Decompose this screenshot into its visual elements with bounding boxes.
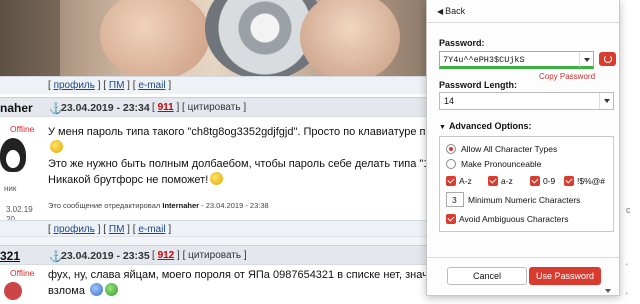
post-line: У меня пароль типа такого "ch8tg8og3352g…	[48, 126, 488, 138]
margin-mark: с	[626, 205, 631, 215]
uppercase-label[interactable]: A-z	[459, 176, 472, 186]
smiley-icon	[105, 283, 119, 296]
edit-note-user: Internaher	[162, 201, 200, 210]
lowercase-checkbox[interactable]	[488, 176, 498, 186]
pm-link[interactable]: ПМ	[109, 80, 125, 91]
chevron-down-icon[interactable]	[599, 93, 613, 109]
chevron-left-icon: ◀	[437, 7, 444, 16]
pronounceable-label[interactable]: Make Pronounceable	[461, 159, 541, 169]
smiley-icon	[90, 283, 104, 296]
password-value: 7Y4u^^ePH3$CUjkS	[443, 55, 525, 65]
post-photo	[0, 0, 426, 76]
advanced-options-box: Allow All Character Types Make Pronounce…	[439, 136, 614, 232]
allow-all-radio[interactable]	[446, 144, 456, 154]
password-length-label: Password Length:	[439, 80, 518, 90]
status-badge: Offline	[10, 268, 35, 278]
allow-all-label[interactable]: Allow All Character Types	[461, 144, 557, 154]
pronounceable-radio[interactable]	[446, 159, 456, 169]
margin-mark: '	[626, 291, 628, 301]
lowercase-label[interactable]: a-z	[501, 176, 513, 186]
margin-mark: '	[626, 262, 628, 272]
divider	[427, 22, 619, 23]
regenerate-icon[interactable]	[599, 52, 616, 66]
post-date: 23.04.2019 - 23:35	[61, 250, 150, 262]
quote-link[interactable]: цитировать	[188, 250, 241, 261]
post-author[interactable]: naher	[0, 101, 33, 115]
email-link[interactable]: e-mail	[138, 80, 165, 91]
smiley-icon	[50, 140, 63, 153]
user-rank: ник	[4, 184, 17, 193]
advanced-options-label: Advanced Options:	[448, 121, 532, 131]
avatar[interactable]	[4, 282, 22, 300]
avoid-ambiguous-label[interactable]: Avoid Ambiguous Characters	[459, 214, 568, 224]
min-numeric-label: Minimum Numeric Characters	[468, 195, 581, 205]
post-line: Никакой брутфорс не поможет!	[48, 174, 209, 186]
avatar[interactable]	[0, 138, 26, 172]
back-button[interactable]: ◀ Back	[437, 6, 465, 16]
post-line: взлома	[48, 285, 85, 297]
user-join-date: 3.02.19	[6, 205, 33, 214]
password-label: Password:	[439, 38, 485, 48]
avoid-ambiguous-checkbox[interactable]	[446, 214, 456, 224]
profile-link[interactable]: профиль	[54, 80, 95, 91]
post-meta: [ 912 ] [ цитировать ]	[152, 250, 247, 261]
post-number-link[interactable]: 912	[158, 250, 175, 261]
symbols-checkbox[interactable]	[564, 176, 574, 186]
chevron-down-icon[interactable]	[579, 52, 593, 67]
password-length-value: 14	[444, 96, 455, 106]
profile-link[interactable]: профиль	[54, 224, 95, 235]
triangle-down-icon: ▼	[439, 124, 446, 131]
digits-label[interactable]: 0-9	[543, 176, 555, 186]
post-author[interactable]: 321	[0, 249, 20, 263]
status-badge: Offline	[10, 124, 35, 134]
password-field[interactable]: 7Y4u^^ePH3$CUjkS	[439, 51, 594, 69]
use-password-button[interactable]: Use Password	[529, 267, 601, 285]
post-date: 23.04.2019 - 23:34	[61, 102, 150, 114]
divider	[427, 257, 619, 258]
post-author-info: Offline	[0, 266, 44, 304]
post-header: 321 ⚓ 23.04.2019 - 23:35 [ 912 ] [ цитир…	[0, 245, 426, 265]
edit-note: Это сообщение отредактировал Internaher …	[48, 201, 269, 210]
post-number-link[interactable]: 911	[158, 102, 174, 113]
password-length-select[interactable]: 14	[439, 92, 614, 110]
post-line: фух, ну, слава яйцам, моего пороля от ЯП…	[48, 269, 487, 281]
copy-password-link[interactable]: Copy Password	[539, 72, 595, 81]
uppercase-checkbox[interactable]	[446, 176, 456, 186]
smiley-icon	[210, 172, 224, 185]
advanced-options-toggle[interactable]: ▼ Advanced Options:	[439, 121, 531, 131]
cancel-button[interactable]: Cancel	[447, 267, 527, 285]
password-generator-panel: ◀ Back Password: 7Y4u^^ePH3$CUjkS Copy Pa…	[426, 0, 620, 296]
post-author-info: Offline ник 3.02.19 20	[0, 118, 44, 228]
email-link[interactable]: e-mail	[138, 224, 165, 235]
post-body: У меня пароль типа такого "ch8tg8og3352g…	[48, 125, 488, 188]
symbols-label[interactable]: !$%@#	[577, 176, 605, 186]
profile-links: [ профиль ] [ ПМ ] [ e-mail ]	[48, 224, 172, 235]
back-label: Back	[445, 6, 466, 16]
post-meta: [ 911 ] [ цитировать ]	[152, 102, 247, 113]
caret-down-icon	[605, 289, 611, 293]
min-numeric-input[interactable]: 3	[446, 192, 464, 207]
pm-link[interactable]: ПМ	[109, 224, 125, 235]
post-header: naher ⚓ 23.04.2019 - 23:34 [ 911 ] [ цит…	[0, 97, 426, 117]
post-body: фух, ну, слава яйцам, моего пороля от ЯП…	[48, 268, 487, 299]
profile-links-row: [ профиль ] [ ПМ ] [ e-mail ]	[0, 76, 426, 94]
digits-checkbox[interactable]	[530, 176, 540, 186]
quote-link[interactable]: цитировать	[188, 102, 241, 113]
page-right-margin: с ' '	[620, 0, 640, 304]
post-line: Это же нужно быть полным долбаебом, чтоб…	[48, 158, 467, 170]
profile-links: [ профиль ] [ ПМ ] [ e-mail ]	[48, 80, 172, 91]
